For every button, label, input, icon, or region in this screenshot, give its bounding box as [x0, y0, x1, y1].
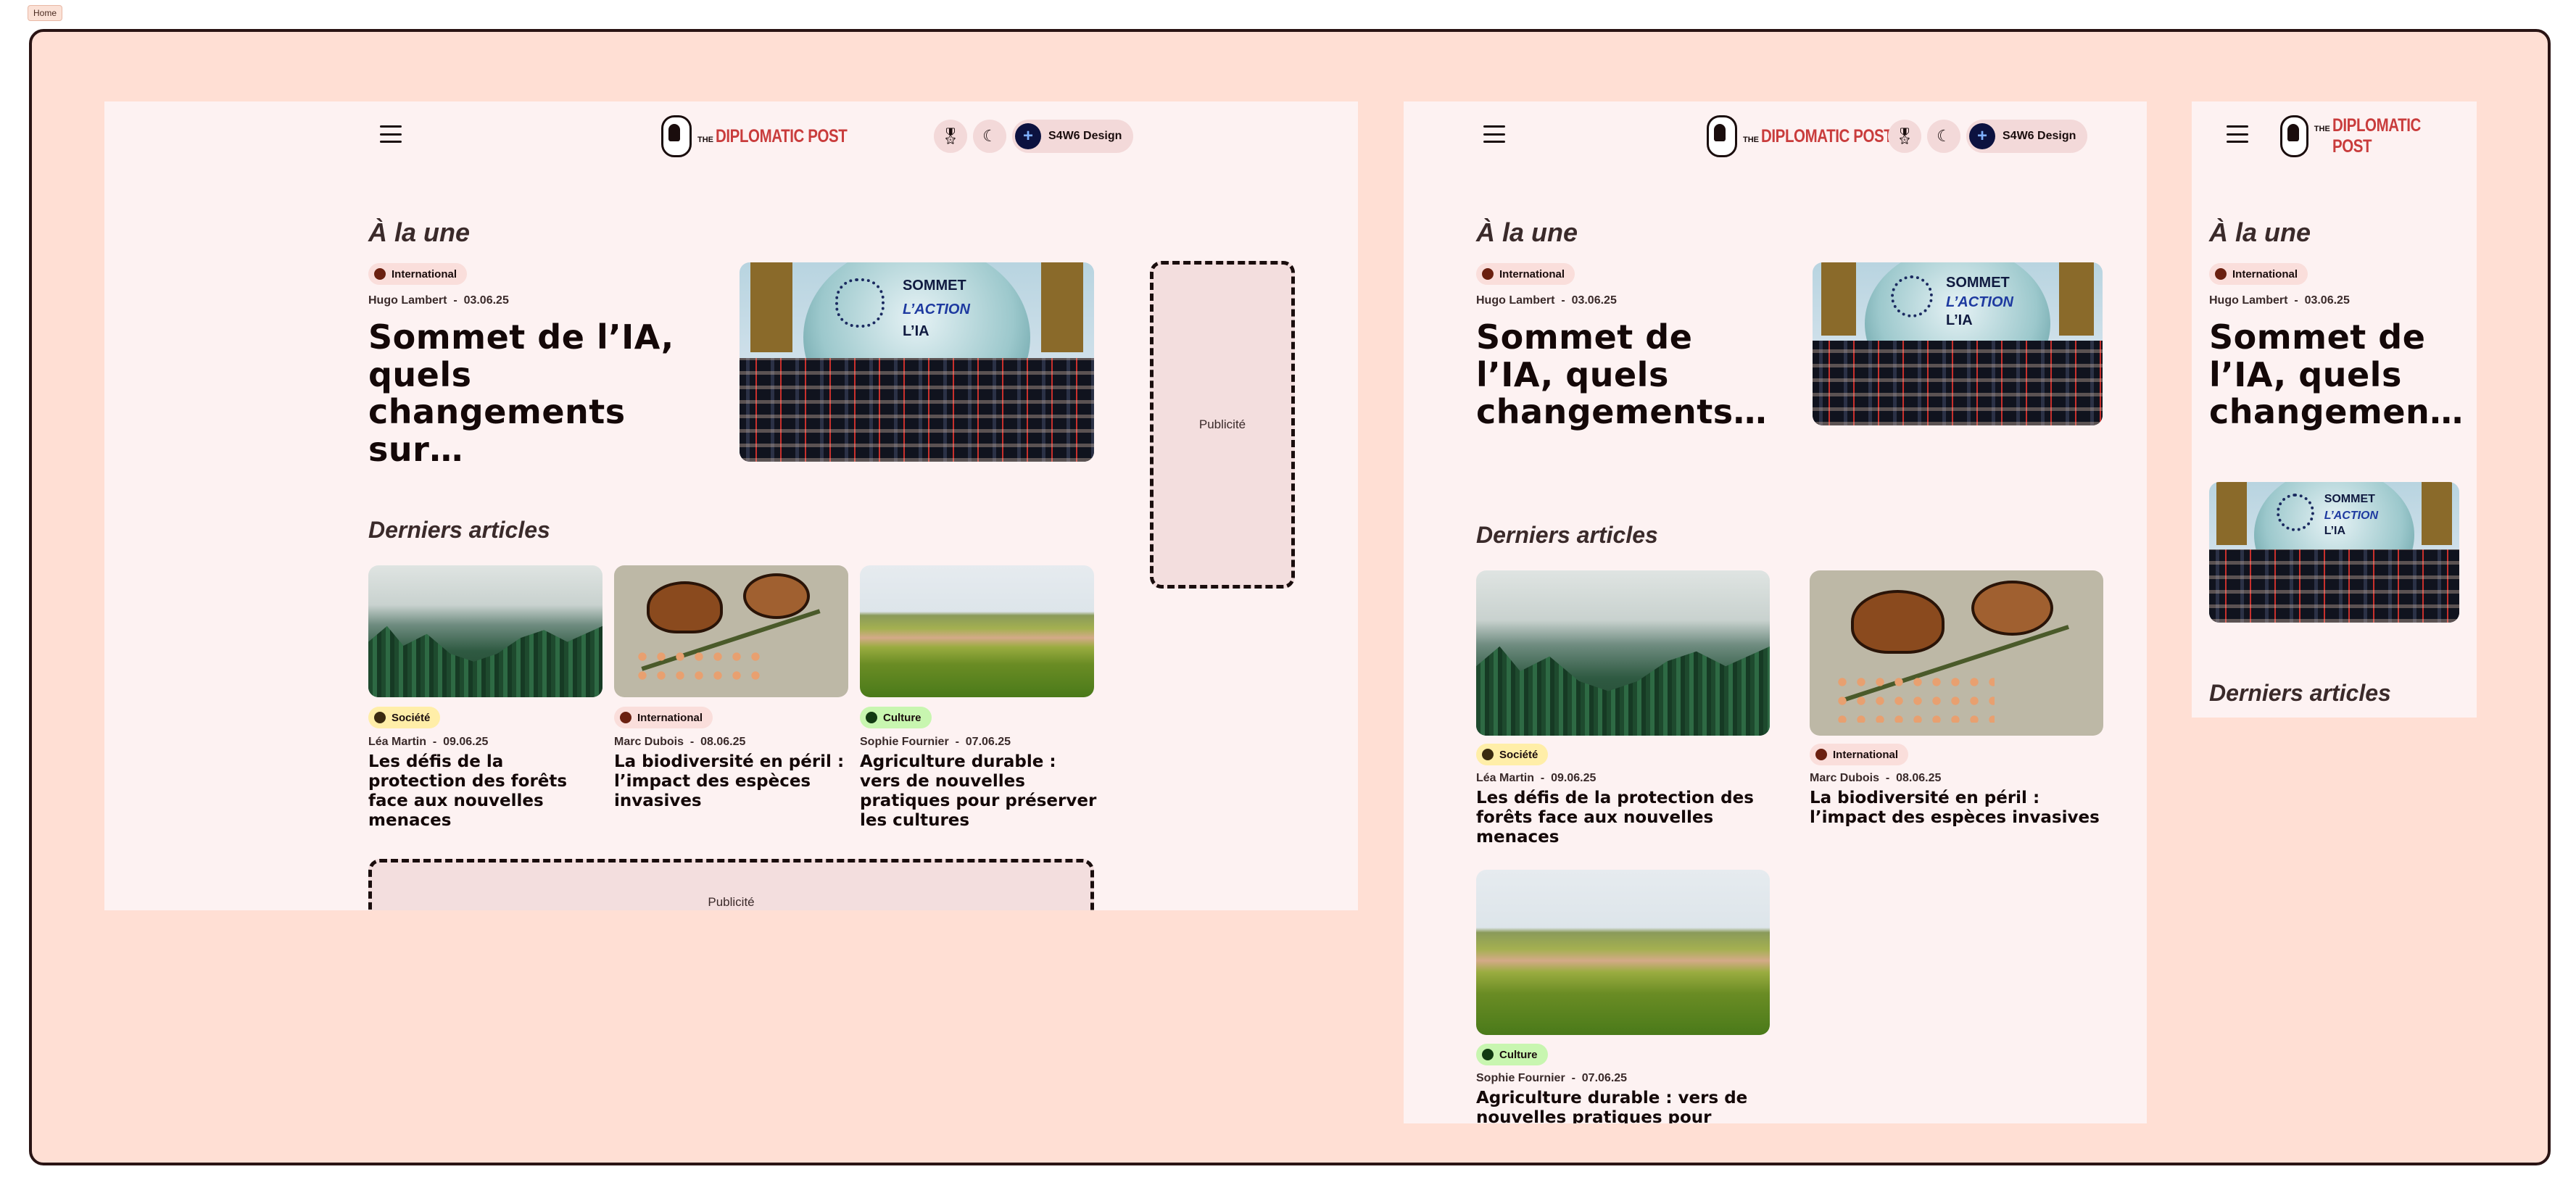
article-tag[interactable]: International: [614, 707, 713, 728]
logo-name: DIPLOMATIC POST: [716, 125, 848, 146]
ad-sidebar[interactable]: Publicité: [1150, 261, 1295, 589]
article-image[interactable]: [1810, 570, 2103, 736]
featured-section-title: À la une: [2209, 217, 2311, 247]
featured-headline[interactable]: Sommet de l’IA, quels changements…: [1476, 318, 1767, 431]
article-title[interactable]: Les défis de la protection des forêts fa…: [368, 752, 604, 831]
desktop-frame: THE DIPLOMATIC POST 🎖 ☾ + S4W6 Design À …: [104, 101, 1358, 910]
article-meta: Sophie Fournier - 07.06.25: [1476, 1072, 1628, 1084]
menu-icon[interactable]: [2227, 125, 2248, 143]
featured-section-title: À la une: [1476, 217, 1578, 247]
article-title[interactable]: La biodiversité en péril : l’impact des …: [614, 752, 850, 811]
article-title[interactable]: Les défis de la protection des forêts fa…: [1476, 789, 1766, 847]
logo-icon: [661, 115, 692, 157]
featured-section-title: À la une: [368, 217, 471, 247]
moon-icon[interactable]: ☾: [973, 120, 1006, 153]
logo-name: DIPLOMATIC POST: [2332, 115, 2421, 157]
article-title[interactable]: Agriculture durable : vers de nouvelles …: [860, 752, 1099, 831]
user-name: S4W6 Design: [1048, 130, 1122, 142]
logo-the: THE: [697, 135, 713, 144]
featured-tag[interactable]: International: [1476, 263, 1575, 285]
home-tab[interactable]: Home: [28, 5, 63, 21]
featured-meta: Hugo Lambert - 03.06.25: [2209, 294, 2350, 307]
tablet-frame: THE DIPLOMATIC POST 🎖 ☾ + S4W6 Design À …: [1404, 101, 2147, 1123]
featured-image[interactable]: SOMMET L’ACTION L’IA: [740, 262, 1094, 462]
medal-icon[interactable]: 🎖: [934, 120, 967, 153]
mobile-frame: THE DIPLOMATIC POST À la une Internation…: [2192, 101, 2477, 718]
article-tag[interactable]: International: [1810, 744, 1909, 765]
user-menu[interactable]: + S4W6 Design: [1012, 120, 1134, 153]
featured-tag[interactable]: International: [2209, 263, 2308, 285]
latest-section-title: Derniers articles: [2209, 680, 2391, 706]
article-image[interactable]: [1476, 870, 1770, 1035]
latest-section-title: Derniers articles: [1476, 522, 1658, 548]
header: THE DIPLOMATIC POST 🎖 ☾ + S4W6 Design: [1404, 115, 2147, 157]
featured-headline[interactable]: Sommet de l’IA, quels changements sur…: [368, 318, 724, 468]
site-logo[interactable]: THE DIPLOMATIC POST: [661, 115, 876, 157]
article-meta: Léa Martin - 09.06.25: [368, 736, 489, 748]
article-tag[interactable]: Culture: [860, 707, 932, 728]
avatar-icon: +: [1969, 123, 1995, 149]
user-name: S4W6 Design: [2003, 130, 2076, 142]
article-meta: Léa Martin - 09.06.25: [1476, 772, 1596, 784]
featured-meta: Hugo Lambert - 03.06.25: [1476, 294, 1617, 307]
article-tag[interactable]: Société: [368, 707, 441, 728]
article-tag[interactable]: Société: [1476, 744, 1549, 765]
featured-meta: Hugo Lambert - 03.06.25: [368, 294, 509, 307]
article-title[interactable]: La biodiversité en péril : l’impact des …: [1810, 789, 2107, 828]
article-meta: Marc Dubois - 08.06.25: [614, 736, 746, 748]
featured-tag[interactable]: International: [368, 263, 468, 285]
moon-icon[interactable]: ☾: [1927, 120, 1960, 153]
article-image[interactable]: [614, 565, 848, 697]
featured-headline[interactable]: Sommet de l’IA, quels changemen…: [2209, 318, 2463, 431]
logo-name: DIPLOMATIC POST: [1761, 125, 1893, 146]
ad-banner[interactable]: Publicité: [368, 859, 1094, 910]
article-image[interactable]: [1476, 570, 1770, 736]
article-meta: Sophie Fournier - 07.06.25: [860, 736, 1011, 748]
header-controls: 🎖 ☾ + S4W6 Design: [1888, 120, 2088, 153]
avatar-icon: +: [1015, 123, 1041, 149]
menu-icon[interactable]: [380, 125, 402, 143]
logo-the: THE: [1743, 135, 1759, 144]
design-canvas: THE DIPLOMATIC POST 🎖 ☾ + S4W6 Design À …: [29, 29, 2551, 1165]
featured-image[interactable]: SOMMET L’ACTION L’IA: [2209, 482, 2459, 623]
article-image[interactable]: [860, 565, 1094, 697]
article-tag[interactable]: Culture: [1476, 1044, 1548, 1065]
latest-section-title: Derniers articles: [368, 517, 550, 543]
header: THE DIPLOMATIC POST: [2192, 115, 2477, 157]
header-controls: 🎖 ☾ + S4W6 Design: [934, 120, 1134, 153]
featured-image[interactable]: SOMMET L’ACTION L’IA: [1813, 262, 2103, 425]
user-menu[interactable]: + S4W6 Design: [1966, 120, 2088, 153]
logo-icon: [1707, 115, 1737, 157]
medal-icon[interactable]: 🎖: [1888, 120, 1921, 153]
menu-icon[interactable]: [1483, 125, 1505, 143]
site-logo[interactable]: THE DIPLOMATIC POST: [2280, 115, 2477, 157]
logo-the: THE: [2314, 125, 2330, 133]
article-title[interactable]: Agriculture durable : vers de nouvelles …: [1476, 1089, 1766, 1123]
article-image[interactable]: [368, 565, 602, 697]
logo-icon: [2280, 115, 2308, 157]
article-meta: Marc Dubois - 08.06.25: [1810, 772, 1942, 784]
header: THE DIPLOMATIC POST 🎖 ☾ + S4W6 Design: [104, 115, 1358, 157]
